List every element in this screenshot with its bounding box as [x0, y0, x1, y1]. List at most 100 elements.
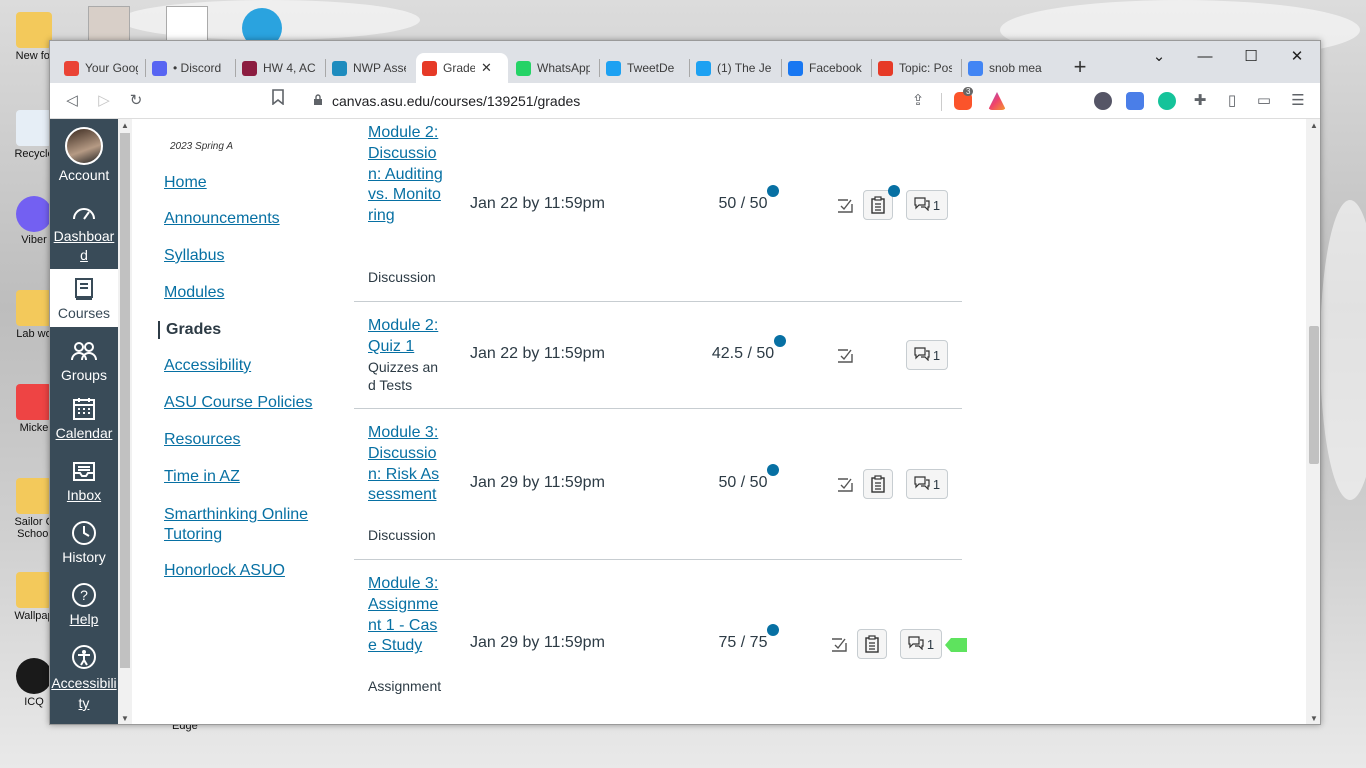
course-nav-modules[interactable]: Modules	[164, 284, 224, 302]
course-nav-honorlock-asuo[interactable]: Honorlock ASUO	[164, 562, 285, 580]
nav-courses[interactable]: Courses	[50, 269, 118, 327]
what-if-score-icon[interactable]	[836, 475, 854, 493]
browser-tab[interactable]: Facebook	[782, 53, 868, 83]
course-nav-resources[interactable]: Resources	[164, 431, 240, 449]
rubric-icon[interactable]	[857, 629, 887, 659]
maximize-button[interactable]: ☐	[1228, 43, 1274, 71]
sidebar-toggle-icon[interactable]: ▯	[1220, 89, 1244, 113]
avatar	[65, 127, 103, 165]
nav-account[interactable]: Account	[50, 123, 118, 183]
inbox-icon	[70, 457, 98, 485]
comment-count: 1	[932, 476, 941, 492]
comments-button[interactable]: 1	[906, 190, 948, 220]
scroll-up-arrow[interactable]: ▲	[118, 119, 132, 133]
assignment-link[interactable]: Module 2: Quiz 1	[368, 316, 444, 358]
course-nav-announcements[interactable]: Announcements	[164, 210, 280, 228]
left-scrollbar[interactable]: ▲ ▼	[118, 119, 132, 724]
comments-button[interactable]: 1	[906, 340, 948, 370]
desktop-photo-thumbnail[interactable]	[88, 6, 130, 44]
tab-title: Grades	[443, 61, 475, 75]
course-nav-accessibility[interactable]: Accessibility	[164, 357, 251, 375]
global-navigation: Account Dashboard Courses Groups Calenda…	[50, 119, 118, 724]
lock-icon	[308, 93, 328, 109]
assignment-link[interactable]: Module 3: Assignment 1 - Case Study	[368, 574, 444, 657]
wallet-icon[interactable]: ▭	[1252, 89, 1276, 113]
comments-button[interactable]: 1	[906, 469, 948, 499]
bookmark-icon[interactable]	[266, 89, 290, 113]
nav-history[interactable]: History	[50, 519, 118, 577]
course-nav-smarthinking-online-tutoring[interactable]: Smarthinking Online Tutoring	[164, 505, 324, 545]
brave-rewards-icon[interactable]: 1	[988, 92, 1006, 110]
assignment-link[interactable]: Module 2: Discussion: Auditing vs. Monit…	[368, 123, 444, 227]
comments-icon	[914, 346, 930, 364]
what-if-score-icon[interactable]	[836, 346, 854, 364]
tweetdeck-icon	[606, 60, 621, 76]
tab-title: NWP Asse	[353, 61, 406, 75]
scroll-up-arrow[interactable]: ▲	[1307, 119, 1320, 133]
viber-icon	[16, 196, 52, 232]
forward-icon[interactable]: ▷	[92, 89, 116, 113]
scroll-down-arrow[interactable]: ▼	[118, 712, 132, 724]
folder-icon	[16, 12, 52, 48]
nav-accessibility[interactable]: Accessibility	[50, 643, 118, 713]
extension-globe-icon[interactable]	[1094, 92, 1112, 110]
grammarly-icon[interactable]	[1158, 92, 1176, 110]
address-bar[interactable]: canvas.asu.edu/courses/139251/grades	[300, 86, 940, 116]
browser-tab[interactable]: NWP Asse	[326, 53, 412, 83]
reload-icon[interactable]: ↻	[124, 89, 148, 113]
due-date: Jan 22 by 11:59pm	[470, 345, 605, 362]
browser-tab[interactable]: TweetDe	[600, 53, 686, 83]
course-nav-grades[interactable]: Grades	[158, 321, 221, 339]
course-nav-syllabus[interactable]: Syllabus	[164, 247, 224, 265]
browser-tab[interactable]: (1) The Je	[690, 53, 778, 83]
comments-button[interactable]: 1	[900, 629, 942, 659]
recycle-bin-icon	[16, 110, 52, 146]
desktop-doc-thumbnail[interactable]	[166, 6, 208, 44]
nav-groups[interactable]: Groups	[50, 337, 118, 395]
browser-tab[interactable]: Topic: Pos	[872, 53, 958, 83]
page-scrollbar[interactable]: ▲ ▼	[1306, 119, 1320, 724]
browser-tab[interactable]: • Discord	[146, 53, 232, 83]
folder-icon	[16, 572, 52, 608]
close-tab-icon[interactable]: ✕	[481, 60, 492, 76]
share-icon[interactable]: ⇪	[906, 89, 930, 113]
tab-title: Your Goog	[85, 61, 138, 75]
tab-title: • Discord	[173, 61, 222, 75]
back-icon[interactable]: ◁	[60, 89, 84, 113]
nav-help[interactable]: ? Help	[50, 581, 118, 641]
close-window-button[interactable]: ✕	[1274, 43, 1320, 71]
nav-dashboard[interactable]: Dashboard	[50, 197, 118, 267]
what-if-score-icon[interactable]	[830, 635, 848, 653]
canvas-icon	[878, 60, 893, 76]
browser-tab[interactable]: HW 4, AC	[236, 53, 322, 83]
what-if-score-icon[interactable]	[836, 196, 854, 214]
course-nav-home[interactable]: Home	[164, 174, 207, 192]
browser-tab[interactable]: Your Goog	[58, 53, 144, 83]
browser-tab[interactable]: Grades ✕	[416, 53, 508, 83]
browser-tab[interactable]: snob mea	[962, 53, 1048, 83]
rubric-icon[interactable]	[863, 469, 893, 499]
course-term: 2023 Spring A	[170, 141, 234, 152]
scroll-down-arrow[interactable]: ▼	[1307, 712, 1320, 724]
course-nav-time-in-az[interactable]: Time in AZ	[164, 468, 240, 486]
extensions-puzzle-icon[interactable]: ✚	[1188, 89, 1212, 113]
menu-icon[interactable]: ☰	[1286, 89, 1310, 113]
minimize-button[interactable]: —	[1182, 43, 1228, 71]
rewards-badge: 1	[998, 92, 1006, 97]
tab-search-icon[interactable]: ⌄	[1136, 43, 1182, 71]
tab-strip: Your Goog • Discord HW 4, AC NWP Asse Grades…	[50, 41, 1320, 83]
course-nav-asu-course-policies[interactable]: ASU Course Policies	[164, 394, 313, 412]
nav-inbox[interactable]: Inbox	[50, 457, 118, 517]
assignment-link[interactable]: Module 3: Discussion: Risk Assessment	[368, 423, 444, 506]
page-scrollbar-thumb[interactable]	[1309, 326, 1319, 464]
scrollbar-thumb[interactable]	[120, 133, 130, 668]
new-tab-button[interactable]: +	[1067, 55, 1093, 81]
nav-calendar[interactable]: Calendar	[50, 395, 118, 455]
browser-tab[interactable]: WhatsApp	[510, 53, 596, 83]
pdf-icon	[16, 384, 52, 420]
comments-icon	[908, 635, 924, 653]
translate-extension-icon[interactable]	[1126, 92, 1144, 110]
icq-icon	[16, 658, 52, 694]
history-icon	[70, 519, 98, 547]
brave-shield-icon[interactable]: 3	[954, 87, 974, 110]
